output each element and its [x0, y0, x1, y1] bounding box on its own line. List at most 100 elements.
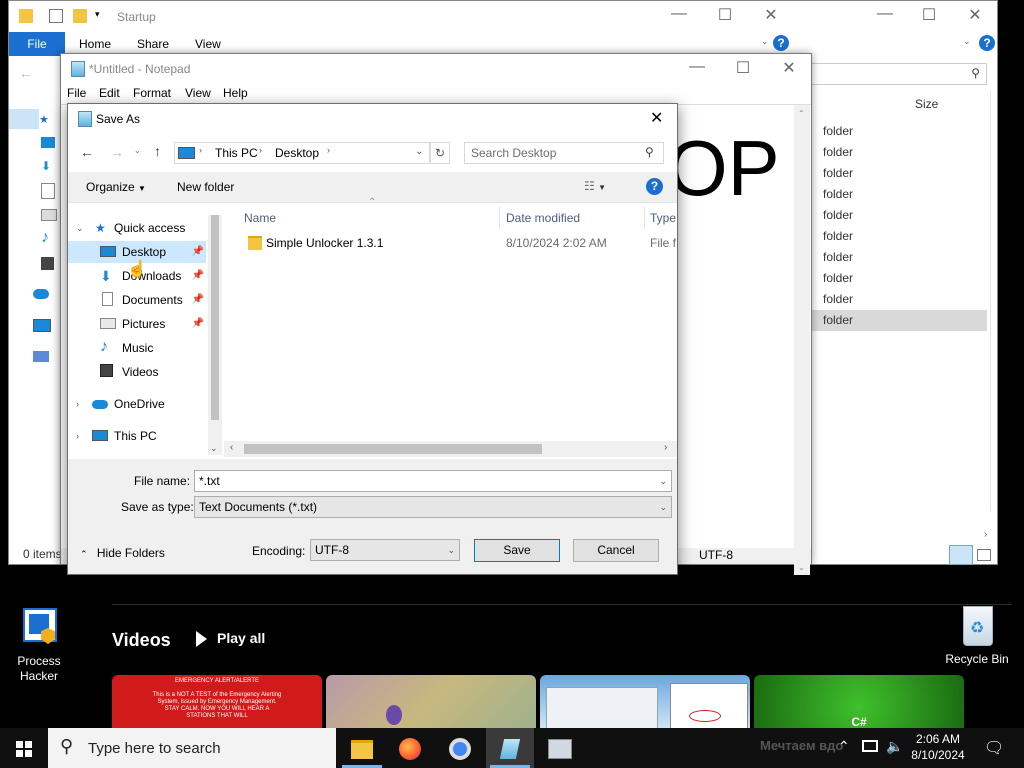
volume-icon[interactable]: 🔈 — [886, 738, 903, 755]
nav-documents[interactable]: Documents 📌 — [68, 289, 206, 311]
breadcrumb-this-pc[interactable]: This PC — [215, 146, 258, 160]
list-item[interactable]: folder — [811, 247, 987, 268]
scroll-left-icon[interactable]: ‹ — [230, 442, 233, 453]
properties-icon[interactable] — [49, 9, 63, 23]
scroll-down-icon[interactable]: ⌄ — [210, 443, 218, 454]
expand-chevron-icon[interactable]: › — [76, 393, 79, 415]
video-thumbnail-4[interactable]: C# — [754, 675, 964, 729]
nav-music[interactable]: ♪ Music — [68, 337, 206, 359]
maximize-icon[interactable]: ☐ — [723, 58, 763, 80]
file-explorer-taskbar-icon[interactable] — [338, 728, 386, 768]
new-folder-icon[interactable] — [73, 9, 87, 23]
refresh-icon[interactable]: ↻ — [430, 142, 450, 164]
recycle-bin-shortcut[interactable]: ♻ Recycle Bin — [940, 602, 1014, 666]
network-icon[interactable] — [862, 740, 878, 752]
ribbon-view-tab[interactable]: View — [195, 37, 221, 51]
menu-format[interactable]: Format — [133, 86, 171, 100]
list-item[interactable]: folder — [811, 142, 987, 163]
menu-edit[interactable]: Edit — [99, 86, 120, 100]
ribbon-file-tab[interactable]: File — [9, 32, 65, 56]
size-column-header[interactable]: Size — [915, 97, 938, 111]
column-header-type[interactable]: Type — [650, 207, 676, 229]
breadcrumb[interactable]: › This PC › Desktop › ⌄ — [174, 142, 430, 164]
column-header-name[interactable]: Name — [244, 207, 500, 229]
scroll-right-icon[interactable]: › — [984, 529, 987, 540]
table-row[interactable]: Simple Unlocker 1.3.1 8/10/2024 2:02 AM Fi… — [224, 231, 677, 255]
large-icons-view-icon[interactable] — [977, 549, 991, 561]
scrollbar-thumb[interactable] — [211, 215, 219, 420]
close-icon[interactable]: ✕ — [955, 5, 995, 27]
minimize-icon[interactable]: — — [659, 5, 699, 27]
system-app-taskbar-icon[interactable] — [536, 728, 584, 768]
forward-arrow-icon[interactable]: → — [110, 144, 124, 160]
expand-ribbon-icon[interactable]: ⌄ — [963, 36, 971, 47]
maximize-icon[interactable]: ☐ — [705, 5, 745, 27]
ribbon-share-tab[interactable]: Share — [137, 37, 169, 51]
minimize-icon[interactable]: — — [865, 5, 905, 27]
search-desktop-input[interactable]: Search Desktop ⚲ — [464, 142, 664, 164]
play-all-button[interactable]: Play all — [196, 630, 265, 648]
column-header-date-modified[interactable]: Date modified — [506, 207, 580, 229]
notifications-icon[interactable]: 🗨 — [984, 738, 1004, 758]
scroll-down-icon[interactable]: ⌄ — [798, 563, 805, 572]
back-arrow-icon[interactable]: ← — [19, 65, 33, 81]
cancel-button[interactable]: Cancel — [573, 539, 659, 562]
list-item[interactable]: folder — [811, 121, 987, 142]
firefox-taskbar-icon[interactable] — [386, 728, 434, 768]
menu-help[interactable]: Help — [223, 86, 248, 100]
minimize-icon[interactable]: — — [677, 58, 717, 80]
list-item[interactable]: folder — [811, 268, 987, 289]
explorer-search-input[interactable]: ⚲ — [811, 63, 987, 85]
quick-access-dropdown-icon[interactable]: ▾ — [95, 9, 100, 20]
expand-chevron-icon[interactable]: › — [76, 425, 79, 447]
nav-quick-access[interactable]: ⌄ ★ Quick access — [68, 217, 208, 239]
list-item[interactable]: folder — [811, 226, 987, 247]
chevron-down-icon[interactable]: ⌄ — [659, 497, 667, 517]
recent-locations-icon[interactable]: ⌄ — [134, 146, 141, 155]
nav-videos[interactable]: Videos — [68, 361, 206, 383]
menu-view[interactable]: View — [185, 86, 211, 100]
video-thumbnail-1[interactable]: EMERGENCY ALERT/ALERTE This is a NOT A T… — [112, 675, 322, 728]
details-view-icon[interactable] — [949, 545, 973, 565]
help-icon[interactable]: ? — [979, 35, 995, 51]
new-folder-button[interactable]: New folder — [177, 180, 234, 194]
chevron-down-icon[interactable]: ⌄ — [659, 471, 667, 491]
hide-folders-button[interactable]: ⌃ Hide Folders — [80, 546, 165, 560]
nav-onedrive[interactable]: › OneDrive — [68, 393, 208, 415]
close-icon[interactable]: ✕ — [751, 5, 791, 27]
vertical-scrollbar[interactable]: ⌃ ⌄ — [794, 105, 810, 575]
list-item[interactable]: folder — [811, 310, 987, 331]
chevron-down-icon[interactable]: ⌄ — [447, 540, 455, 560]
start-button[interactable] — [0, 728, 48, 768]
file-name-input[interactable]: *.txt ⌄ — [194, 470, 672, 492]
breadcrumb-desktop[interactable]: Desktop — [275, 146, 319, 160]
expand-ribbon-icon[interactable]: ⌄ — [761, 36, 769, 47]
save-button[interactable]: Save — [474, 539, 560, 562]
scroll-up-icon[interactable]: ⌃ — [798, 109, 805, 118]
help-icon[interactable]: ? — [773, 35, 789, 51]
close-icon[interactable]: ✕ — [769, 58, 809, 80]
clock[interactable]: 2:06 AM 8/10/2024 — [908, 731, 968, 763]
list-item[interactable]: folder — [811, 184, 987, 205]
taskbar-search-box[interactable]: ⚲ Type here to search — [48, 728, 336, 768]
video-thumbnail-3[interactable] — [540, 675, 750, 730]
help-icon[interactable]: ? — [646, 178, 663, 195]
list-item[interactable]: folder — [811, 289, 987, 310]
expand-chevron-icon[interactable]: ⌄ — [76, 217, 84, 239]
nav-quick-access[interactable] — [9, 109, 39, 129]
organize-button[interactable]: Organize ▼ — [86, 180, 146, 194]
process-hacker-shortcut[interactable]: Process Hacker — [10, 606, 68, 684]
show-hidden-icons-icon[interactable]: ⌃ — [838, 738, 850, 755]
nav-this-pc[interactable]: › This PC — [68, 425, 208, 447]
menu-file[interactable]: File — [67, 86, 86, 100]
scrollbar-thumb[interactable] — [244, 444, 542, 454]
horizontal-scrollbar[interactable]: ‹ › — [224, 441, 677, 457]
close-icon[interactable]: ✕ — [650, 108, 663, 128]
video-thumbnail-2[interactable] — [326, 675, 536, 728]
maximize-icon[interactable]: ☐ — [909, 5, 949, 27]
list-item[interactable]: folder — [811, 163, 987, 184]
up-arrow-icon[interactable]: ↑ — [154, 143, 161, 159]
encoding-select[interactable]: UTF-8 ⌄ — [310, 539, 460, 561]
nav-pictures[interactable]: Pictures 📌 — [68, 313, 206, 335]
back-arrow-icon[interactable]: ← — [80, 144, 94, 160]
